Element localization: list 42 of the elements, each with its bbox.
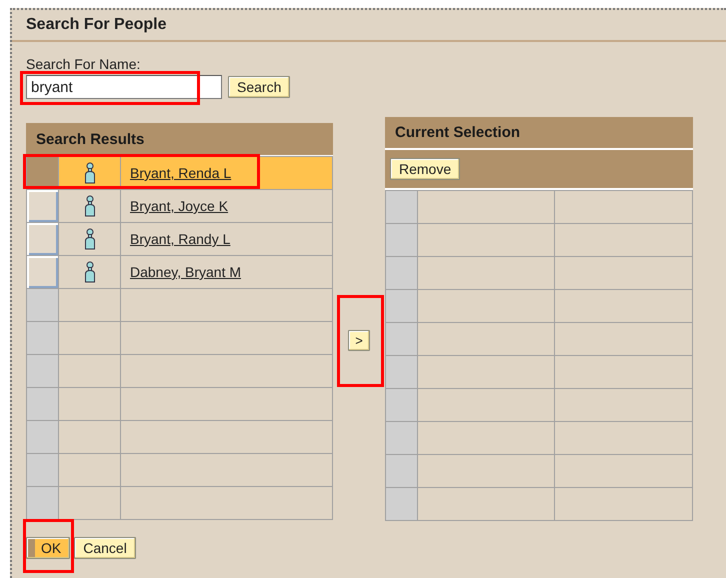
row-selector: [26, 453, 58, 486]
row-selector: [385, 322, 417, 355]
person-link[interactable]: Dabney, Bryant M: [130, 264, 242, 280]
row-selector: [385, 256, 417, 289]
field-label: Search For Name:: [26, 56, 142, 72]
row-selector: [26, 354, 58, 387]
row-selector: [26, 387, 58, 420]
row-selector: [385, 388, 417, 421]
person-link[interactable]: Bryant, Joyce K: [130, 198, 228, 214]
row-selector[interactable]: [26, 255, 58, 288]
remove-button[interactable]: Remove: [390, 158, 460, 180]
row-selector: [26, 486, 58, 519]
row-selector: [26, 288, 58, 321]
search-button[interactable]: Search: [228, 76, 290, 98]
table-cell: [58, 321, 120, 354]
table-cell: [58, 387, 120, 420]
row-selector: [385, 190, 417, 223]
dialog-title: Search For People: [12, 10, 726, 42]
person-icon: [82, 195, 96, 217]
row-selector: [26, 321, 58, 354]
row-selector[interactable]: [26, 222, 58, 255]
row-selector: [385, 289, 417, 322]
row-selector: [385, 355, 417, 388]
person-icon: [82, 261, 96, 283]
row-selector: [385, 421, 417, 454]
panel-title: Current Selection: [385, 117, 693, 150]
add-button[interactable]: >: [348, 330, 370, 350]
row-selector[interactable]: [26, 189, 58, 222]
cancel-button[interactable]: Cancel: [74, 537, 136, 559]
search-field[interactable]: bryant: [26, 75, 222, 99]
person-icon: [82, 162, 96, 184]
ok-button[interactable]: OK: [26, 537, 70, 559]
table-cell: [58, 420, 120, 453]
person-link[interactable]: Bryant, Randy L: [130, 231, 230, 247]
row-selector: [26, 420, 58, 453]
table-cell: [58, 354, 120, 387]
table-cell: [58, 453, 120, 486]
row-selector: [385, 223, 417, 256]
panel-title: Search Results: [26, 123, 333, 156]
person-icon: [82, 228, 96, 250]
person-link[interactable]: Bryant, Renda L: [130, 165, 232, 181]
row-selector: [385, 454, 417, 487]
